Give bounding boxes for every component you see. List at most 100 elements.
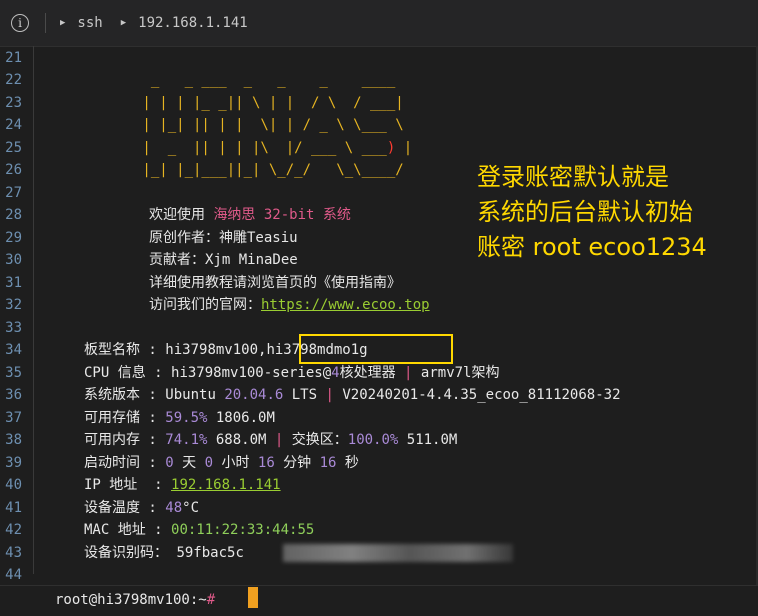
line-number: 26 — [5, 162, 22, 178]
line-number: 37 — [5, 410, 22, 426]
chevron-right-icon: ▶ — [60, 18, 66, 28]
toolbar-divider — [45, 13, 46, 33]
uptime-days: 0 — [165, 455, 174, 471]
uptime-seconds: 16 — [319, 455, 337, 471]
uptime-unit: 秒 — [336, 455, 359, 471]
os-name: Ubuntu — [165, 387, 225, 403]
credentials-annotation: 登录账密默认就是 系统的后台默认初始 账密 root ecoo1234 — [477, 160, 707, 265]
welcome-text: 欢迎使用 — [149, 207, 214, 223]
ip-label: IP 地址 : — [84, 477, 172, 493]
line-number: 28 — [5, 207, 22, 223]
breadcrumb-host[interactable]: 192.168.1.141 — [138, 15, 248, 31]
line-number: 27 — [5, 185, 22, 201]
storage-label: 可用存储 : — [84, 410, 166, 426]
highlight-box — [299, 334, 453, 364]
uptime-label: 启动时间 : — [84, 455, 166, 471]
ascii-line: | |_| || | | \| | / _ \ \___ \ — [134, 117, 404, 134]
ascii-line: | | | |_ _|| \ | | / \ / ___| — [134, 94, 404, 111]
uptime-unit: 天 — [173, 455, 205, 471]
os-version: 20.04.6 — [224, 387, 284, 403]
cpu-row: CPU 信息 : hi3798mv100-series@4核处理器 | armv… — [84, 362, 500, 384]
line-number: 29 — [5, 230, 22, 246]
annotation-line: 系统的后台默认初始 — [477, 198, 693, 226]
line-number: 22 — [5, 72, 22, 88]
line-number: 40 — [5, 477, 22, 493]
line-number: 36 — [5, 387, 22, 403]
cpu-arch: armv7l架构 — [412, 365, 500, 381]
mac-row: MAC 地址 : 00:11:22:33:44:55 — [84, 519, 314, 541]
line-number: 39 — [5, 455, 22, 471]
os-label: 系统版本 : — [84, 387, 166, 403]
annotation-line: 登录账密默认就是 — [477, 163, 669, 191]
author-line: 原创作者：神雕Teasiu — [149, 230, 298, 246]
device-id-label: 设备识别码： — [84, 545, 177, 561]
uptime-row: 启动时间 : 0 天 0 小时 16 分钟 16 秒 — [84, 452, 359, 474]
line-number: 35 — [5, 365, 22, 381]
welcome-line: 欢迎使用 海纳思 32-bit 系统 — [149, 204, 351, 226]
separator: | — [325, 387, 334, 403]
storage-size: 1806.0M — [207, 410, 275, 426]
line-number: 34 — [5, 342, 22, 358]
os-row: 系统版本 : Ubuntu 20.04.6 LTS | V20240201-4.… — [84, 384, 621, 406]
cpu-model: hi3798mv100-series@ — [171, 365, 332, 381]
line-number: 30 — [5, 252, 22, 268]
line-number: 21 — [5, 50, 22, 66]
session-toolbar: i ▶ ssh ▶ 192.168.1.141 — [0, 0, 758, 47]
storage-percent: 59.5% — [165, 410, 208, 426]
mac-label: MAC 地址 : — [84, 522, 172, 538]
device-id-row: 设备识别码： 59fbac5c — [84, 542, 244, 564]
line-number: 42 — [5, 522, 22, 538]
cpu-cores: 4 — [331, 365, 340, 381]
ascii-line: |_| |_|___||_| \_/_/ \_\____/ — [134, 162, 404, 179]
text-cursor — [248, 587, 258, 608]
line-number: 23 — [5, 95, 22, 111]
line-number: 38 — [5, 432, 22, 448]
website-label: 访问我们的官网： — [149, 297, 261, 313]
uptime-hours: 0 — [204, 455, 214, 471]
uptime-unit: 小时 — [213, 455, 258, 471]
device-id-value: 59fbac5c — [176, 545, 244, 561]
redaction-blur — [283, 544, 513, 562]
uptime-unit: 分钟 — [274, 455, 320, 471]
shell-prompt[interactable]: root@hi3798mv100:~# — [55, 589, 215, 611]
line-number: 24 — [5, 117, 22, 133]
guide-line: 详细使用教程请浏览首页的《使用指南》 — [149, 275, 401, 291]
chevron-right-icon: ▶ — [120, 18, 127, 28]
memory-row: 可用内存 : 74.1% 688.0M | 交换区：100.0% 511.0M — [84, 429, 457, 451]
website-link[interactable]: https://www.ecoo.top — [261, 297, 430, 313]
storage-row: 可用存储 : 59.5% 1806.0M — [84, 407, 275, 429]
temperature-value: 48 — [165, 500, 183, 516]
ip-link[interactable]: 192.168.1.141 — [171, 477, 281, 493]
temperature-label: 设备温度 : — [84, 500, 166, 516]
os-lts: LTS — [283, 387, 326, 403]
ip-row: IP 地址 : 192.168.1.141 — [84, 474, 281, 496]
uptime-minutes: 16 — [257, 455, 275, 471]
mac-value: 00:11:22:33:44:55 — [171, 522, 315, 538]
memory-size: 688.0M — [207, 432, 275, 448]
line-number: 44 — [5, 567, 22, 583]
ascii-banner: _ _ ___ _ _ _ ____ | | | |_ _|| \ | | / … — [134, 69, 412, 182]
line-number: 41 — [5, 500, 22, 516]
os-build: V20240201-4.4.35_ecoo_81112068-32 — [333, 387, 621, 403]
ascii-line: | _ || | | |\ |/ ___ \ ___) | — [134, 139, 413, 156]
temperature-row: 设备温度 : 48°C — [84, 497, 199, 519]
prompt-symbol: # — [206, 592, 216, 608]
info-icon[interactable]: i — [11, 14, 29, 32]
line-number: 43 — [5, 545, 22, 561]
cpu-label: CPU 信息 : — [84, 365, 172, 381]
contributor-line: 贡献者：Xjm MinaDee — [149, 252, 298, 268]
website-line: 访问我们的官网：https://www.ecoo.top — [149, 294, 430, 316]
memory-percent: 74.1% — [165, 432, 208, 448]
swap-label: 交换区： — [283, 432, 348, 448]
breadcrumb-protocol[interactable]: ssh — [77, 15, 102, 31]
cpu-cores-unit: 核处理器 — [339, 365, 405, 381]
swap-size: 511.0M — [398, 432, 458, 448]
swap-percent: 100.0% — [347, 432, 399, 448]
line-number: 32 — [5, 297, 22, 313]
ascii-line: _ _ ___ _ _ _ ____ — [134, 72, 396, 88]
temperature-unit: °C — [182, 500, 200, 516]
line-number: 25 — [5, 140, 22, 156]
annotation-line: 账密 root ecoo1234 — [477, 233, 707, 261]
prompt-user-host: root@hi3798mv100:~ — [55, 592, 207, 608]
line-number: 31 — [5, 275, 22, 291]
